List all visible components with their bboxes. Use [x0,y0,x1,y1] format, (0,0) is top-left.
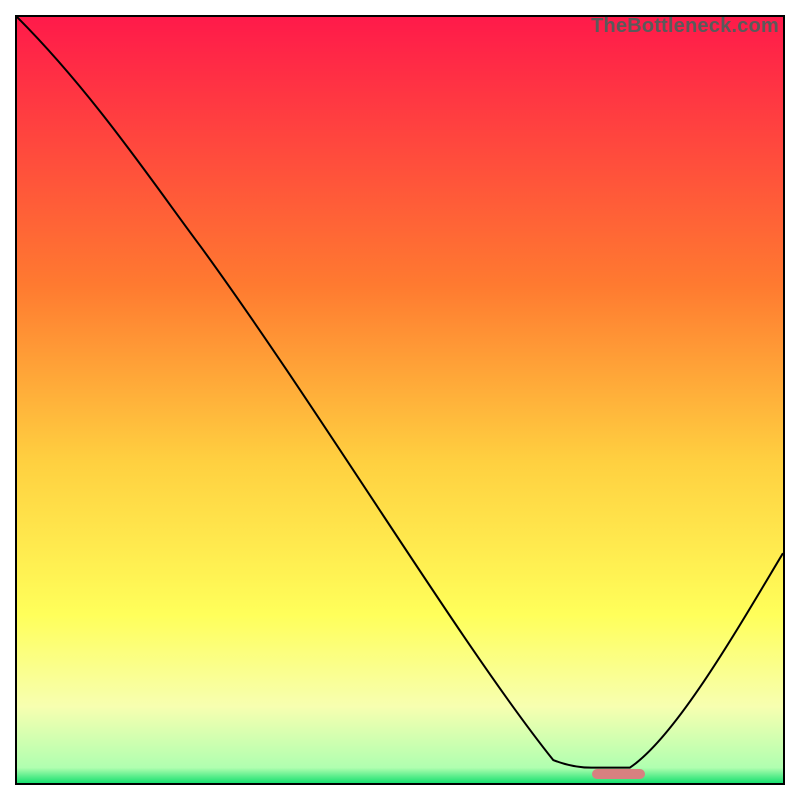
optimal-marker [592,769,646,779]
chart-frame: TheBottleneck.com [15,15,785,785]
attribution-label: TheBottleneck.com [591,15,779,38]
gradient-background [17,17,783,783]
bottleneck-chart [17,17,783,783]
